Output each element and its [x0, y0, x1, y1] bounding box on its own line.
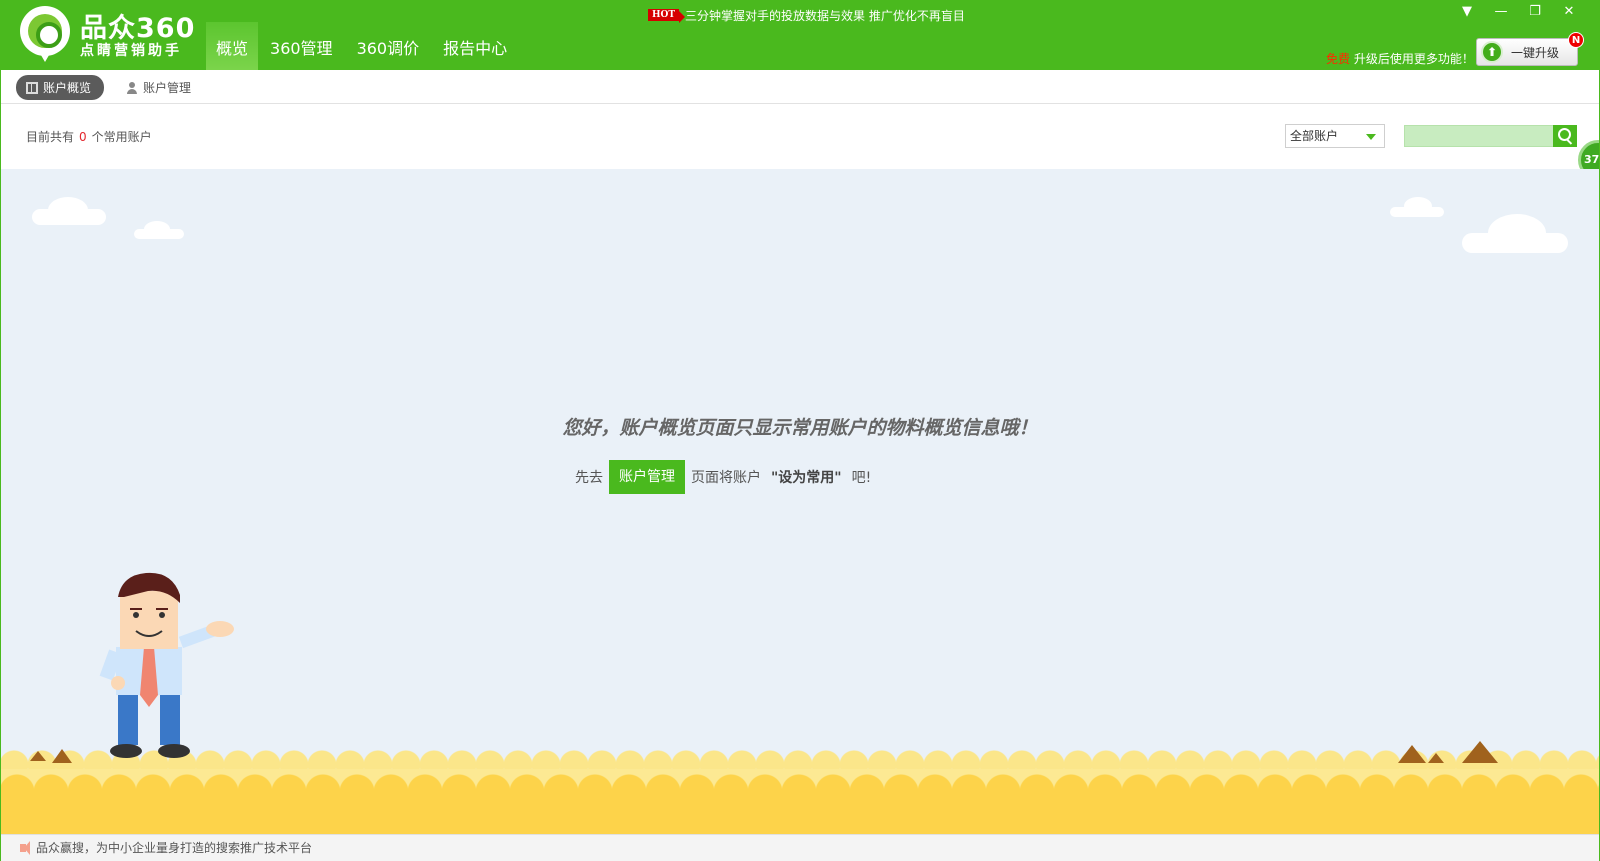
tab-360-bid-adjust[interactable]: 360调价 — [345, 22, 432, 70]
pyramid-decoration — [1462, 741, 1498, 763]
ground-front-fill — [0, 793, 1600, 834]
overview-icon — [26, 81, 38, 94]
logo-pin-icon — [38, 50, 52, 62]
status-text: 品众赢搜，为中小企业量身打造的搜索推广技术平台 — [36, 841, 313, 855]
account-filter-select[interactable]: 全部账户 — [1285, 124, 1385, 148]
main-content: 您好，账户概览页面只显示常用账户的物料概览信息哦！ 先去 账户管理 页面将账户 … — [0, 169, 1600, 834]
cloud-decoration — [48, 197, 88, 223]
empty-state-hint: 先去 账户管理 页面将账户 "设为常用" 吧! — [575, 460, 871, 494]
promo-banner[interactable]: HOT 三分钟掌握对手的投放数据与效果 推广优化不再盲目 — [648, 6, 965, 24]
search-input[interactable] — [1404, 125, 1554, 147]
app-logo: 品众360 点睛营销助手 — [18, 4, 208, 64]
pyramid-decoration — [30, 751, 46, 761]
count-value: 0 — [79, 130, 87, 144]
hint-mid: 页面将账户 — [691, 470, 761, 486]
status-bar: 品众赢搜，为中小企业量身打造的搜索推广技术平台 — [0, 834, 1600, 861]
info-bar: 目前共有 0 个常用账户 全部账户 — [0, 104, 1600, 169]
title-bar: 品众360 点睛营销助手 概览 360管理 360调价 报告中心 HOT 三分钟… — [0, 0, 1600, 70]
cloud-decoration — [144, 221, 170, 237]
main-nav: 概览 360管理 360调价 报告中心 — [206, 22, 519, 70]
businessman-illustration — [99, 572, 234, 758]
subtab-account-overview[interactable]: 账户概览 — [16, 75, 104, 100]
pyramid-decoration — [52, 749, 72, 763]
menu-dropdown-icon[interactable]: ▼ — [1450, 2, 1484, 22]
count-prefix: 目前共有 — [26, 130, 75, 144]
tab-360-management[interactable]: 360管理 — [258, 22, 345, 70]
tab-overview[interactable]: 概览 — [206, 22, 259, 70]
logo-icon — [20, 6, 70, 56]
close-icon[interactable]: ✕ — [1552, 2, 1586, 22]
subtab-account-management[interactable]: 账户管理 — [116, 75, 201, 100]
cloud-decoration — [1488, 214, 1546, 252]
sub-toolbar: 账户概览 账户管理 — [0, 70, 1600, 104]
restore-icon[interactable]: ❐ — [1518, 2, 1552, 22]
hint-post: 吧! — [851, 470, 872, 486]
hot-badge: HOT — [648, 9, 686, 23]
window-controls: ▼ — ❐ ✕ — [1450, 2, 1586, 22]
free-label: 免费 — [1326, 52, 1351, 66]
upgrade-note-text: 升级后使用更多功能！ — [1353, 52, 1474, 66]
logo-subtitle: 点睛营销助手 — [80, 43, 182, 59]
subtab-label: 账户管理 — [143, 81, 192, 95]
pyramid-decoration — [1398, 745, 1426, 763]
account-count: 目前共有 0 个常用账户 — [26, 128, 152, 145]
account-management-button[interactable]: 账户管理 — [609, 460, 685, 494]
tab-report-center[interactable]: 报告中心 — [431, 22, 519, 70]
upgrade-arrow-icon: ⬆ — [1481, 41, 1503, 63]
empty-state-title: 您好，账户概览页面只显示常用账户的物料概览信息哦！ — [562, 417, 1038, 439]
user-icon — [126, 81, 138, 94]
upgrade-button-label: 一键升级 — [1511, 45, 1560, 60]
new-badge: N — [1568, 32, 1584, 48]
upgrade-note: 免费 升级后使用更多功能！ — [1326, 50, 1474, 67]
hint-strong: "设为常用" — [771, 470, 842, 486]
subtab-label: 账户概览 — [43, 81, 92, 95]
promo-text[interactable]: 三分钟掌握对手的投放数据与效果 推广优化不再盲目 — [685, 7, 965, 24]
cloud-decoration — [1404, 197, 1432, 215]
hint-pre: 先去 — [575, 470, 603, 486]
pyramid-decoration — [1428, 753, 1444, 763]
count-suffix: 个常用账户 — [91, 130, 152, 144]
search-icon[interactable] — [1553, 125, 1577, 147]
minimize-icon[interactable]: — — [1484, 2, 1518, 22]
speaker-icon — [20, 841, 30, 855]
one-click-upgrade-button[interactable]: ⬆ 一键升级 — [1476, 38, 1578, 66]
